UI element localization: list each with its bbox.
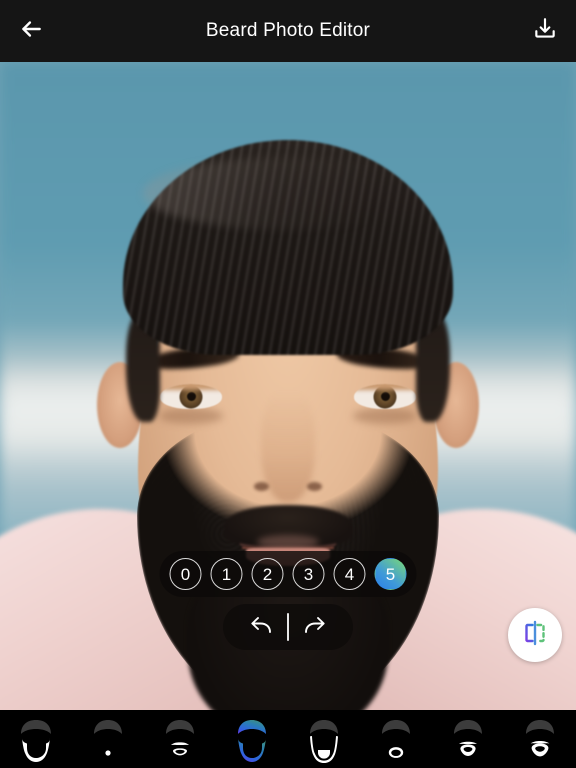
intensity-option-5[interactable]: 5 [374, 558, 407, 590]
page-title: Beard Photo Editor [205, 20, 371, 41]
app-header: Beard Photo Editor [0, 0, 576, 62]
beard-style-strip[interactable] [0, 710, 576, 768]
intensity-option-1[interactable]: 1 [210, 558, 243, 590]
hair [123, 140, 453, 355]
eyelid-left [160, 384, 222, 390]
beard-style-7[interactable] [504, 710, 576, 768]
eye-right [354, 384, 416, 409]
undo-button[interactable] [237, 610, 287, 644]
download-icon [532, 16, 558, 47]
intensity-selector[interactable]: 0 1 2 3 4 5 [159, 551, 417, 597]
back-button[interactable] [0, 0, 62, 62]
toolbar-divider [287, 613, 289, 641]
eyelid-right [354, 384, 416, 390]
compare-button[interactable] [508, 608, 562, 662]
redo-arrow-icon [300, 613, 328, 642]
moustache [224, 505, 352, 547]
undo-arrow-icon [248, 613, 276, 642]
undereye-right [353, 408, 417, 424]
beard-style-6[interactable] [432, 710, 504, 768]
intensity-option-3[interactable]: 3 [292, 558, 325, 590]
beard-style-3[interactable] [216, 710, 288, 768]
beard-style-2[interactable] [144, 710, 216, 768]
undereye-left [159, 408, 223, 424]
beard-style-5[interactable] [360, 710, 432, 768]
before-after-compare-icon [520, 618, 550, 653]
intensity-option-4[interactable]: 4 [333, 558, 366, 590]
save-button[interactable] [514, 0, 576, 62]
intensity-option-2[interactable]: 2 [251, 558, 284, 590]
arrow-left-icon [18, 16, 44, 47]
eye-left [160, 384, 222, 409]
history-toolbar [223, 604, 353, 650]
intensity-option-0[interactable]: 0 [169, 558, 202, 590]
redo-button[interactable] [289, 610, 339, 644]
beard-style-4[interactable] [288, 710, 360, 768]
beard-style-1[interactable] [72, 710, 144, 768]
photo-canvas[interactable]: 0 1 2 3 4 5 [0, 62, 576, 710]
app-root: Beard Photo Editor 0 1 2 3 4 5 [0, 0, 576, 768]
beard-style-0[interactable] [0, 710, 72, 768]
